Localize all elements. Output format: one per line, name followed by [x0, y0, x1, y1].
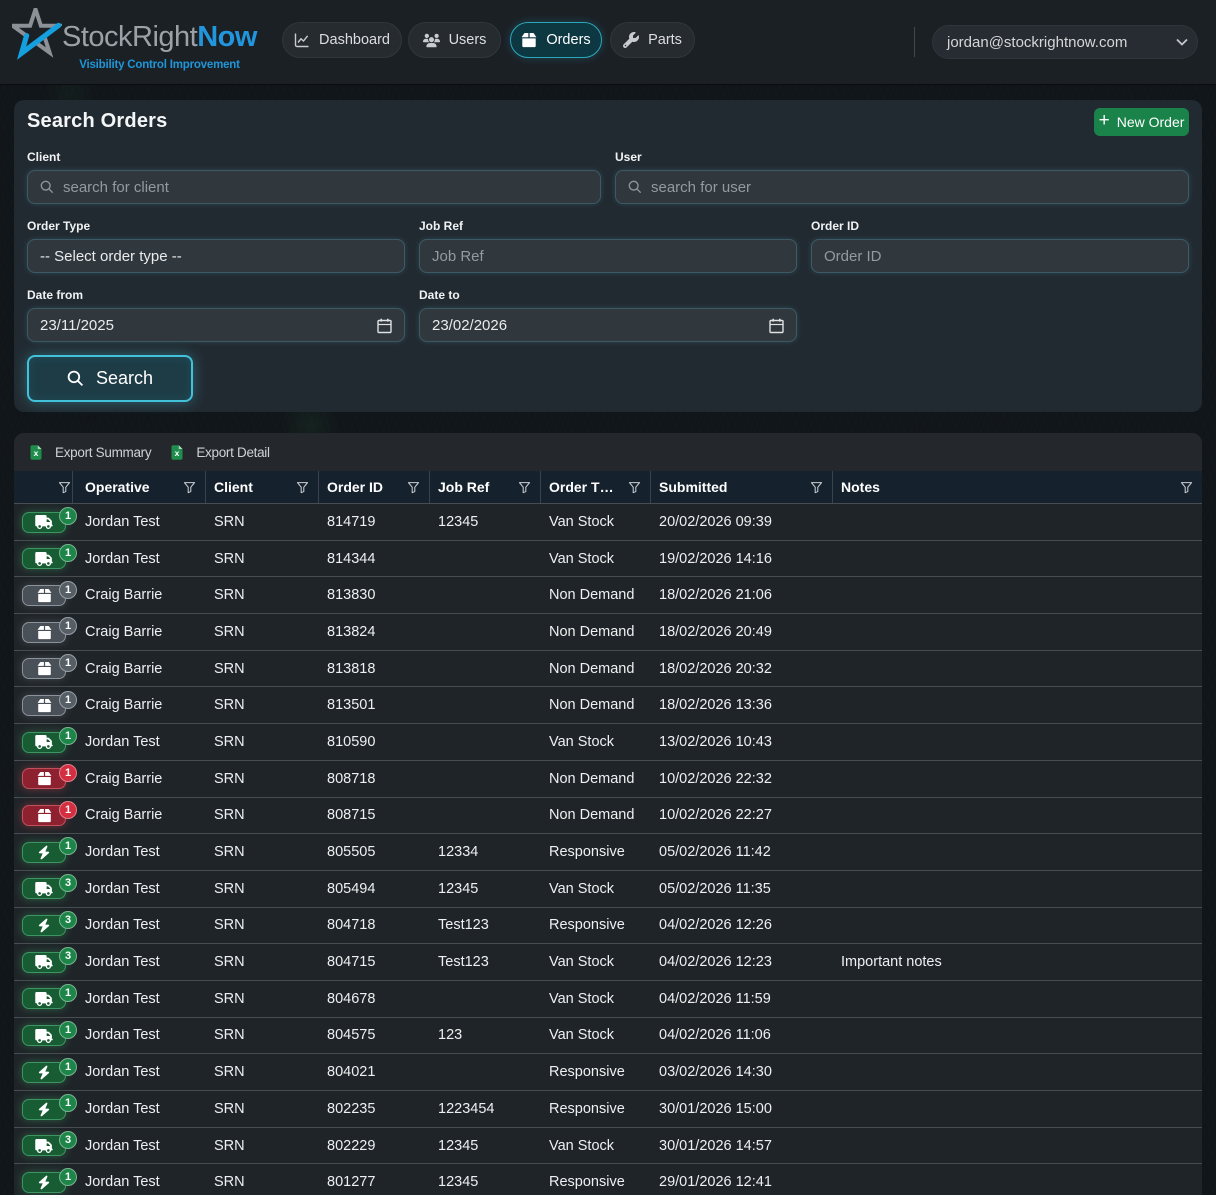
svg-text:x: x: [175, 448, 180, 458]
svg-text:x: x: [34, 448, 39, 458]
